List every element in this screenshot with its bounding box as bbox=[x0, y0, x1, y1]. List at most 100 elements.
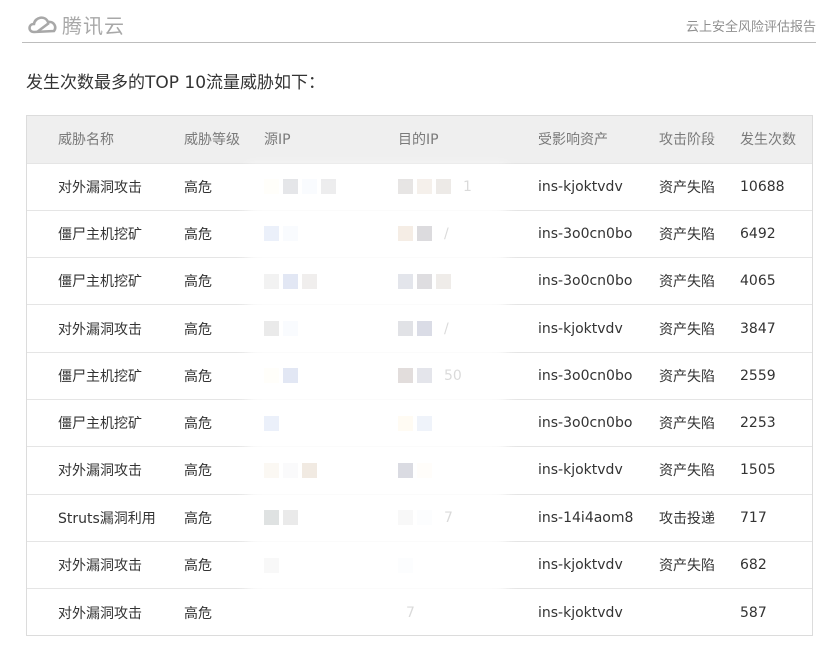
threat-table: 威胁名称 威胁等级 源IP 目的IP 受影响资产 攻击阶段 发生次数 对外漏洞攻… bbox=[26, 115, 813, 636]
count-cell: 717 bbox=[740, 509, 767, 526]
attack-stage-cell: 资产失陷 bbox=[659, 274, 715, 291]
attack-stage-cell: 资产失陷 bbox=[659, 321, 715, 338]
attack-stage-cell: 资产失陷 bbox=[659, 179, 715, 196]
redacted-ip-tile bbox=[283, 179, 298, 195]
redacted-ip-tile bbox=[264, 557, 279, 573]
redacted-ip-tile bbox=[264, 273, 279, 289]
affected-asset-cell: ins-3o0cn0bo bbox=[538, 273, 633, 290]
redacted-ip-tile bbox=[264, 179, 279, 195]
brand-name: 腾讯云 bbox=[62, 13, 125, 38]
source-ip-cell bbox=[264, 541, 398, 588]
source-ip-cell bbox=[264, 352, 398, 399]
dest-ip-cell: 50 bbox=[398, 352, 538, 399]
dest-ip-text: 1 bbox=[463, 178, 472, 195]
redacted-ip-tile bbox=[417, 179, 432, 195]
redacted-ip-tile bbox=[283, 226, 298, 242]
dest-ip-text: 50 bbox=[444, 367, 462, 384]
dest-ip-cell bbox=[398, 258, 538, 305]
attack-stage-cell: 资产失陷 bbox=[659, 463, 715, 480]
redacted-ip-tile bbox=[264, 415, 279, 431]
redacted-ip-tile bbox=[398, 226, 413, 242]
redacted-ip-tile bbox=[302, 179, 317, 195]
col-header-threat-level: 威胁等级 bbox=[184, 132, 240, 149]
dest-ip-cell: / bbox=[398, 305, 538, 352]
col-header-attack-stage: 攻击阶段 bbox=[659, 132, 715, 149]
threat-name-cell: 僵尸主机挖矿 bbox=[58, 416, 142, 433]
redacted-ip-tile bbox=[264, 321, 279, 337]
count-cell: 4065 bbox=[740, 273, 776, 290]
attack-stage-cell: 资产失陷 bbox=[659, 558, 715, 575]
threat-level-cell: 高危 bbox=[184, 368, 212, 385]
redacted-ip-tile bbox=[398, 368, 413, 384]
redacted-ip-tile bbox=[436, 273, 451, 289]
redacted-ip-tile bbox=[398, 321, 413, 337]
affected-asset-cell: ins-kjoktvdv bbox=[538, 320, 623, 337]
source-ip-cell bbox=[264, 399, 398, 446]
affected-asset-cell: ins-3o0cn0bo bbox=[538, 415, 633, 432]
report-header: 腾讯云 云上安全风险评估报告 bbox=[22, 8, 816, 43]
count-cell: 6492 bbox=[740, 225, 776, 242]
threat-name-cell: 对外漏洞攻击 bbox=[58, 605, 142, 622]
dest-ip-cell bbox=[398, 447, 538, 494]
threat-name-cell: 对外漏洞攻击 bbox=[58, 179, 142, 196]
dest-ip-text: / bbox=[444, 225, 449, 242]
col-header-threat-name: 威胁名称 bbox=[58, 132, 114, 149]
col-header-count: 发生次数 bbox=[740, 132, 796, 149]
threat-level-cell: 高危 bbox=[184, 463, 212, 480]
redacted-ip-tile bbox=[264, 510, 279, 526]
dest-ip-cell: 1 bbox=[398, 163, 538, 210]
count-cell: 3847 bbox=[740, 320, 776, 337]
table-row: 对外漏洞攻击 高危 ins-kjoktvdv 资产失陷 1505 bbox=[27, 446, 812, 494]
redacted-ip-tile bbox=[398, 273, 413, 289]
attack-stage-cell: 资产失陷 bbox=[659, 226, 715, 243]
redacted-ip-tile bbox=[398, 462, 413, 478]
threat-level-cell: 高危 bbox=[184, 510, 212, 527]
dest-ip-cell: 7 bbox=[398, 589, 538, 635]
attack-stage-cell: 资产失陷 bbox=[659, 416, 715, 433]
redacted-ip-tile bbox=[264, 226, 279, 242]
source-ip-cell bbox=[264, 494, 398, 541]
table-row: 僵尸主机挖矿 高危 ins-3o0cn0bo 资产失陷 2253 bbox=[27, 399, 812, 446]
redacted-ip-tile bbox=[283, 273, 298, 289]
attack-stage-cell: 攻击投递 bbox=[659, 510, 715, 527]
threat-level-cell: 高危 bbox=[184, 274, 212, 291]
threat-name-cell: 对外漏洞攻击 bbox=[58, 321, 142, 338]
col-header-affected-asset: 受影响资产 bbox=[538, 132, 608, 149]
dest-ip-text: / bbox=[444, 320, 449, 337]
count-cell: 10688 bbox=[740, 178, 785, 195]
affected-asset-cell: ins-kjoktvdv bbox=[538, 178, 623, 195]
redacted-ip-tile bbox=[417, 226, 432, 242]
dest-ip-text: 7 bbox=[444, 509, 453, 526]
cloud-icon bbox=[26, 12, 60, 36]
redacted-ip-tile bbox=[417, 321, 432, 337]
threat-level-cell: 高危 bbox=[184, 179, 212, 196]
dest-ip-cell: 7 bbox=[398, 494, 538, 541]
threat-name-cell: 僵尸主机挖矿 bbox=[58, 368, 142, 385]
table-row: 对外漏洞攻击 高危 7 ins-kjoktvdv 587 bbox=[27, 588, 812, 635]
redacted-ip-tile bbox=[283, 321, 298, 337]
count-cell: 682 bbox=[740, 557, 767, 574]
table-row: 僵尸主机挖矿 高危 / ins-3o0cn0bo 资产失陷 6492 bbox=[27, 210, 812, 257]
affected-asset-cell: ins-kjoktvdv bbox=[538, 557, 623, 574]
redacted-ip-tile bbox=[398, 557, 413, 573]
col-header-dest-ip: 目的IP bbox=[398, 132, 439, 149]
col-header-source-ip: 源IP bbox=[264, 132, 291, 149]
redacted-ip-tile bbox=[417, 273, 432, 289]
source-ip-cell bbox=[264, 305, 398, 352]
redacted-ip-tile bbox=[283, 510, 298, 526]
redacted-ip-tile bbox=[321, 179, 336, 195]
table-header-row: 威胁名称 威胁等级 源IP 目的IP 受影响资产 攻击阶段 发生次数 bbox=[27, 116, 812, 163]
threat-level-cell: 高危 bbox=[184, 605, 212, 622]
threat-name-cell: 对外漏洞攻击 bbox=[58, 463, 142, 480]
affected-asset-cell: ins-14i4aom8 bbox=[538, 509, 634, 526]
redacted-ip-tile bbox=[398, 179, 413, 195]
count-cell: 2559 bbox=[740, 367, 776, 384]
dest-ip-cell bbox=[398, 399, 538, 446]
attack-stage-cell bbox=[659, 589, 740, 635]
redacted-ip-tile bbox=[283, 462, 298, 478]
threat-name-cell: 僵尸主机挖矿 bbox=[58, 274, 142, 291]
count-cell: 2253 bbox=[740, 415, 776, 432]
redacted-ip-tile bbox=[417, 510, 432, 526]
redacted-ip-tile bbox=[283, 368, 298, 384]
threat-name-cell: Struts漏洞利用 bbox=[58, 510, 156, 527]
